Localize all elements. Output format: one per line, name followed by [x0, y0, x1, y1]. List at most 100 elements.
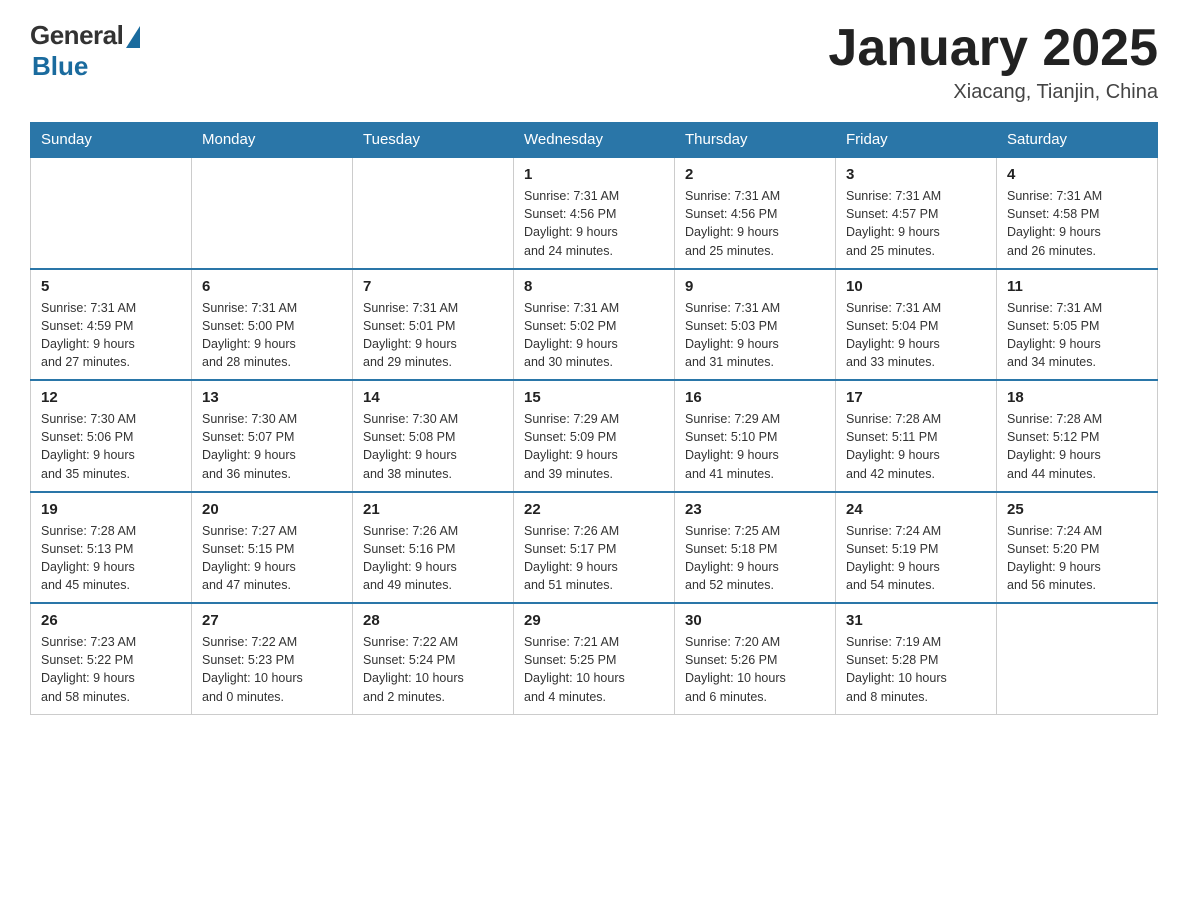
calendar-cell: 18 Sunrise: 7:28 AMSunset: 5:12 PMDayligh…: [997, 380, 1158, 492]
calendar-cell: 8 Sunrise: 7:31 AMSunset: 5:02 PMDaylight…: [514, 269, 675, 381]
calendar-cell: 24 Sunrise: 7:24 AMSunset: 5:19 PMDayligh…: [836, 492, 997, 604]
day-number: 7: [363, 278, 503, 295]
calendar-cell: 9 Sunrise: 7:31 AMSunset: 5:03 PMDaylight…: [675, 269, 836, 381]
day-number: 24: [846, 501, 986, 518]
calendar-cell: 11Sunrise: 7:31 AMSunset: 5:05 PMDayligh…: [997, 269, 1158, 381]
calendar-cell: 13 Sunrise: 7:30 AMSunset: 5:07 PMDayligh…: [192, 380, 353, 492]
day-number: 2: [685, 166, 825, 183]
week-row-1: 1Sunrise: 7:31 AMSunset: 4:56 PMDaylight…: [31, 157, 1158, 269]
day-info: Sunrise: 7:29 AMSunset: 5:09 PMDaylight:…: [524, 410, 664, 483]
calendar-header-monday: Monday: [192, 123, 353, 158]
calendar-cell: 22Sunrise: 7:26 AMSunset: 5:17 PMDayligh…: [514, 492, 675, 604]
day-info: Sunrise: 7:31 AMSunset: 4:57 PMDaylight:…: [846, 187, 986, 260]
week-row-3: 12 Sunrise: 7:30 AMSunset: 5:06 PMDayligh…: [31, 380, 1158, 492]
day-number: 19: [41, 501, 181, 518]
day-number: 30: [685, 612, 825, 629]
day-info: Sunrise: 7:30 AMSunset: 5:08 PMDaylight:…: [363, 410, 503, 483]
day-number: 14: [363, 389, 503, 406]
day-number: 20: [202, 501, 342, 518]
day-info: Sunrise: 7:31 AMSunset: 5:03 PMDaylight:…: [685, 299, 825, 372]
day-info: Sunrise: 7:31 AMSunset: 5:01 PMDaylight:…: [363, 299, 503, 372]
day-number: 11: [1007, 278, 1147, 295]
calendar-cell: 6 Sunrise: 7:31 AMSunset: 5:00 PMDaylight…: [192, 269, 353, 381]
day-number: 12: [41, 389, 181, 406]
logo: General Blue: [30, 20, 140, 82]
title-section: January 2025 Xiacang, Tianjin, China: [828, 20, 1158, 104]
calendar-table: SundayMondayTuesdayWednesdayThursdayFrid…: [30, 122, 1158, 715]
week-row-5: 26Sunrise: 7:23 AMSunset: 5:22 PMDayligh…: [31, 603, 1158, 714]
day-info: Sunrise: 7:31 AMSunset: 4:58 PMDaylight:…: [1007, 187, 1147, 260]
day-number: 18: [1007, 389, 1147, 406]
day-number: 16: [685, 389, 825, 406]
week-row-4: 19Sunrise: 7:28 AMSunset: 5:13 PMDayligh…: [31, 492, 1158, 604]
day-number: 10: [846, 278, 986, 295]
day-number: 17: [846, 389, 986, 406]
day-number: 13: [202, 389, 342, 406]
calendar-header-row: SundayMondayTuesdayWednesdayThursdayFrid…: [31, 123, 1158, 158]
calendar-cell: 19Sunrise: 7:28 AMSunset: 5:13 PMDayligh…: [31, 492, 192, 604]
location-text: Xiacang, Tianjin, China: [828, 81, 1158, 104]
day-number: 25: [1007, 501, 1147, 518]
day-info: Sunrise: 7:28 AMSunset: 5:12 PMDaylight:…: [1007, 410, 1147, 483]
day-number: 6: [202, 278, 342, 295]
day-info: Sunrise: 7:27 AMSunset: 5:15 PMDaylight:…: [202, 522, 342, 595]
month-title: January 2025: [828, 20, 1158, 77]
day-info: Sunrise: 7:24 AMSunset: 5:20 PMDaylight:…: [1007, 522, 1147, 595]
calendar-cell: 17 Sunrise: 7:28 AMSunset: 5:11 PMDayligh…: [836, 380, 997, 492]
calendar-cell: 3 Sunrise: 7:31 AMSunset: 4:57 PMDaylight…: [836, 157, 997, 269]
day-number: 29: [524, 612, 664, 629]
day-number: 9: [685, 278, 825, 295]
calendar-header-sunday: Sunday: [31, 123, 192, 158]
calendar-cell: 28Sunrise: 7:22 AMSunset: 5:24 PMDayligh…: [353, 603, 514, 714]
day-info: Sunrise: 7:26 AMSunset: 5:16 PMDaylight:…: [363, 522, 503, 595]
day-number: 15: [524, 389, 664, 406]
day-info: Sunrise: 7:24 AMSunset: 5:19 PMDaylight:…: [846, 522, 986, 595]
logo-blue-text: Blue: [32, 51, 88, 82]
day-number: 21: [363, 501, 503, 518]
calendar-cell: 30 Sunrise: 7:20 AMSunset: 5:26 PMDayligh…: [675, 603, 836, 714]
day-info: Sunrise: 7:28 AMSunset: 5:11 PMDaylight:…: [846, 410, 986, 483]
calendar-cell: 16 Sunrise: 7:29 AMSunset: 5:10 PMDayligh…: [675, 380, 836, 492]
calendar-cell: 20 Sunrise: 7:27 AMSunset: 5:15 PMDayligh…: [192, 492, 353, 604]
day-number: 27: [202, 612, 342, 629]
day-info: Sunrise: 7:30 AMSunset: 5:07 PMDaylight:…: [202, 410, 342, 483]
calendar-cell: 7 Sunrise: 7:31 AMSunset: 5:01 PMDaylight…: [353, 269, 514, 381]
day-info: Sunrise: 7:21 AMSunset: 5:25 PMDaylight:…: [524, 633, 664, 706]
calendar-cell: 4Sunrise: 7:31 AMSunset: 4:58 PMDaylight…: [997, 157, 1158, 269]
day-info: Sunrise: 7:31 AMSunset: 5:02 PMDaylight:…: [524, 299, 664, 372]
day-number: 28: [363, 612, 503, 629]
day-info: Sunrise: 7:31 AMSunset: 4:56 PMDaylight:…: [524, 187, 664, 260]
calendar-cell: 21 Sunrise: 7:26 AMSunset: 5:16 PMDayligh…: [353, 492, 514, 604]
calendar-cell: 14 Sunrise: 7:30 AMSunset: 5:08 PMDayligh…: [353, 380, 514, 492]
day-info: Sunrise: 7:19 AMSunset: 5:28 PMDaylight:…: [846, 633, 986, 706]
calendar-cell: 10 Sunrise: 7:31 AMSunset: 5:04 PMDayligh…: [836, 269, 997, 381]
calendar-cell: 27 Sunrise: 7:22 AMSunset: 5:23 PMDayligh…: [192, 603, 353, 714]
day-info: Sunrise: 7:26 AMSunset: 5:17 PMDaylight:…: [524, 522, 664, 595]
calendar-cell: 2 Sunrise: 7:31 AMSunset: 4:56 PMDaylight…: [675, 157, 836, 269]
week-row-2: 5Sunrise: 7:31 AMSunset: 4:59 PMDaylight…: [31, 269, 1158, 381]
day-info: Sunrise: 7:25 AMSunset: 5:18 PMDaylight:…: [685, 522, 825, 595]
calendar-header-saturday: Saturday: [997, 123, 1158, 158]
day-info: Sunrise: 7:31 AMSunset: 4:59 PMDaylight:…: [41, 299, 181, 372]
day-info: Sunrise: 7:20 AMSunset: 5:26 PMDaylight:…: [685, 633, 825, 706]
calendar-cell: [31, 157, 192, 269]
calendar-header-wednesday: Wednesday: [514, 123, 675, 158]
calendar-header-thursday: Thursday: [675, 123, 836, 158]
day-info: Sunrise: 7:31 AMSunset: 5:00 PMDaylight:…: [202, 299, 342, 372]
day-number: 3: [846, 166, 986, 183]
day-number: 23: [685, 501, 825, 518]
calendar-cell: 25 Sunrise: 7:24 AMSunset: 5:20 PMDayligh…: [997, 492, 1158, 604]
day-number: 8: [524, 278, 664, 295]
calendar-cell: [997, 603, 1158, 714]
calendar-cell: 5Sunrise: 7:31 AMSunset: 4:59 PMDaylight…: [31, 269, 192, 381]
day-info: Sunrise: 7:22 AMSunset: 5:23 PMDaylight:…: [202, 633, 342, 706]
day-info: Sunrise: 7:29 AMSunset: 5:10 PMDaylight:…: [685, 410, 825, 483]
calendar-cell: 29 Sunrise: 7:21 AMSunset: 5:25 PMDayligh…: [514, 603, 675, 714]
page-header: General Blue January 2025 Xiacang, Tianj…: [30, 20, 1158, 104]
calendar-cell: 15 Sunrise: 7:29 AMSunset: 5:09 PMDayligh…: [514, 380, 675, 492]
day-info: Sunrise: 7:30 AMSunset: 5:06 PMDaylight:…: [41, 410, 181, 483]
calendar-cell: 23 Sunrise: 7:25 AMSunset: 5:18 PMDayligh…: [675, 492, 836, 604]
calendar-cell: [353, 157, 514, 269]
day-info: Sunrise: 7:31 AMSunset: 4:56 PMDaylight:…: [685, 187, 825, 260]
day-info: Sunrise: 7:31 AMSunset: 5:04 PMDaylight:…: [846, 299, 986, 372]
